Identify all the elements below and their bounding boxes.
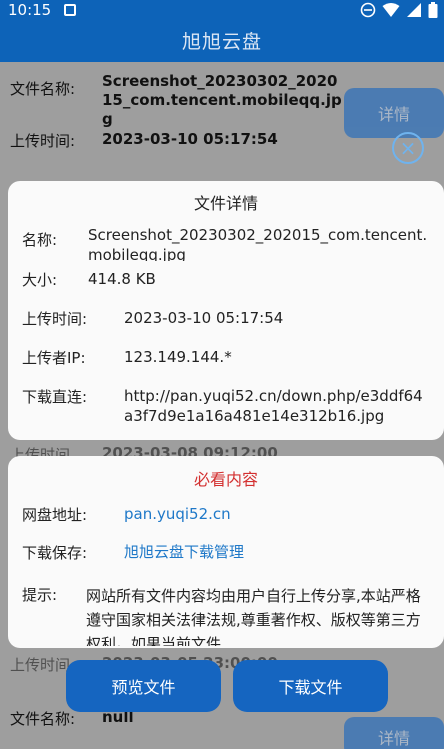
detail-ip-value: 123.149.144.* (124, 348, 232, 366)
detail-size-row: 大小: 414.8 KB (22, 269, 156, 290)
list-file-name-value: Screenshot_20230302_202015_com.tencent.m… (102, 72, 342, 128)
detail-name-value: Screenshot_20230302_202015_com.tencent.m… (88, 226, 428, 261)
file-details-title: 文件详情 (193, 194, 258, 213)
close-icon[interactable]: × (392, 132, 424, 164)
list-file-name-row: 文件名称: Screenshot_20230302_202015_com.ten… (10, 72, 342, 129)
wifi-icon (382, 3, 400, 17)
download-file-button[interactable]: 下载文件 (233, 660, 388, 712)
detail-name-label: 名称: (22, 231, 58, 249)
detail-size-label: 大小: (22, 271, 58, 289)
notice-title: 必看内容 (193, 470, 258, 489)
list-upload-time-value: 2023-03-10 05:17:54 (102, 130, 278, 148)
do-not-disturb-icon (360, 2, 376, 18)
detail-name-row: 名称: Screenshot_20230302_202015_com.tence… (22, 225, 440, 261)
detail-ip-row: 上传者IP: 123.149.144.* (22, 347, 232, 368)
status-bar: 10:15 (0, 0, 444, 22)
last-detail-button[interactable]: 详情 (344, 717, 444, 749)
battery-icon (428, 2, 438, 18)
list-file-name-label: 文件名称: (10, 80, 76, 98)
list-upload-time-row: 上传时间: 2023-03-10 05:17:54 (10, 130, 278, 151)
detail-button[interactable]: 详情 (344, 88, 444, 138)
notice-download-label: 下载保存: (22, 544, 88, 562)
notice-tip-row: 提示: 网站所有文件内容均由用户自行上传分享,本站严格遵守国家相关法律法规,尊重… (22, 584, 430, 646)
preview-file-button[interactable]: 预览文件 (66, 660, 221, 712)
notice-tip-label: 提示: (22, 586, 58, 604)
notice-tip-text: 网站所有文件内容均由用户自行上传分享,本站严格遵守国家相关法律法规,尊重著作权、… (86, 587, 421, 646)
detail-upload-time-row: 上传时间: 2023-03-10 05:17:54 (22, 308, 283, 329)
detail-upload-time-value: 2023-03-10 05:17:54 (124, 309, 284, 327)
app-bar: 旭旭云盘 (0, 22, 444, 62)
detail-ip-label: 上传者IP: (22, 349, 86, 367)
notice-site-row: 网盘地址: pan.yuqi52.cn (22, 504, 231, 525)
app-title: 旭旭云盘 (181, 31, 262, 53)
notice-site-link[interactable]: pan.yuqi52.cn (124, 504, 231, 525)
detail-size-value: 414.8 KB (88, 270, 156, 288)
status-time: 10:15 (8, 1, 52, 19)
detail-link-value[interactable]: http://pan.yuqi52.cn/down.php/e3ddf64a3f… (124, 386, 424, 438)
list-upload-time-label: 上传时间: (10, 132, 76, 150)
notification-icon (64, 4, 76, 16)
system-icons (360, 2, 438, 18)
notice-card: 必看内容 网盘地址: pan.yuqi52.cn 下载保存: 旭旭云盘下载管理 … (8, 456, 444, 648)
notice-site-label: 网盘地址: (22, 506, 88, 524)
detail-link-label: 下载直连: (22, 388, 88, 406)
detail-link-row: 下载直连: http://pan.yuqi52.cn/down.php/e3dd… (22, 386, 424, 438)
detail-upload-time-label: 上传时间: (22, 310, 88, 328)
file-details-card: 文件详情 名称: Screenshot_20230302_202015_com.… (8, 181, 444, 440)
notice-download-row: 下载保存: 旭旭云盘下载管理 (22, 542, 244, 563)
signal-icon (407, 3, 421, 17)
notice-download-link[interactable]: 旭旭云盘下载管理 (124, 542, 244, 563)
